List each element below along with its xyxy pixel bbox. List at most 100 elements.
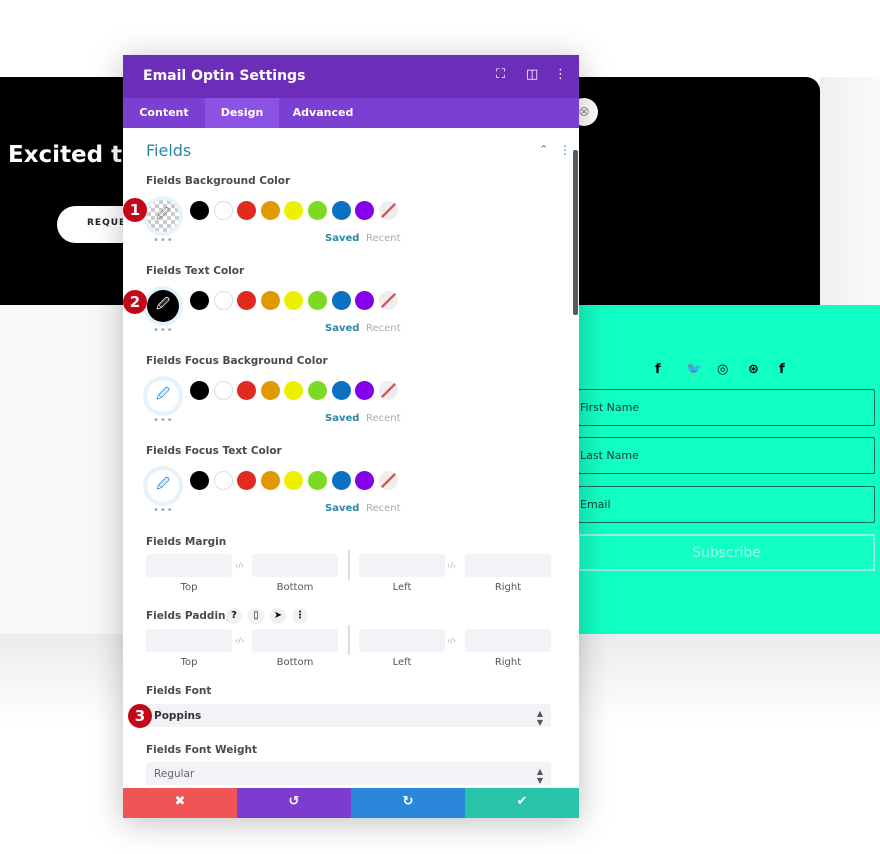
recent-tab[interactable]: Recent xyxy=(366,323,401,334)
color-swatch[interactable] xyxy=(331,201,351,220)
color-swatch[interactable] xyxy=(213,201,233,220)
dribbble-icon[interactable]: ⊛ xyxy=(748,362,759,377)
options-icon[interactable]: ⋮ xyxy=(292,608,308,624)
last-name-field[interactable]: Last Name xyxy=(578,437,875,474)
color-swatch[interactable] xyxy=(284,291,304,310)
spacing-label: Top xyxy=(180,582,198,593)
color-swatch[interactable] xyxy=(237,291,257,310)
saved-tab[interactable]: Saved xyxy=(325,233,359,244)
spacing-input-left[interactable] xyxy=(359,629,445,652)
font-weight-select[interactable]: Regular ▲ ▼ xyxy=(146,762,551,785)
spacing-input-bottom[interactable] xyxy=(252,629,338,652)
color-swatch[interactable] xyxy=(260,471,280,490)
saved-tab[interactable]: Saved xyxy=(325,413,359,424)
color-picker-button[interactable]: 🖉 xyxy=(147,470,179,502)
spacing-label: Left xyxy=(392,657,412,668)
spacing-label: Top xyxy=(180,657,198,668)
step-badge-1: 1 xyxy=(123,198,147,222)
color-swatch[interactable] xyxy=(308,201,327,220)
color-swatch[interactable] xyxy=(190,291,209,310)
color-swatch[interactable] xyxy=(308,381,327,400)
color-swatch[interactable] xyxy=(308,471,327,490)
scrollbar[interactable] xyxy=(573,150,578,315)
saved-tab[interactable]: Saved xyxy=(325,323,359,334)
padding-label: Fields Padding xyxy=(146,610,234,622)
tab-design[interactable]: Design xyxy=(205,98,279,128)
color-swatch[interactable] xyxy=(284,201,304,220)
link-icon[interactable]: ‹/› xyxy=(447,561,456,570)
color-swatch[interactable] xyxy=(190,381,209,400)
no-color-swatch[interactable] xyxy=(378,291,398,310)
spacing-input-right[interactable] xyxy=(465,554,551,577)
section-menu-icon[interactable]: ⋮ xyxy=(559,143,571,157)
undo-button[interactable]: ↺ xyxy=(237,788,351,818)
more-colors-icon[interactable]: ••• xyxy=(153,415,174,426)
color-swatch[interactable] xyxy=(237,471,257,490)
collapse-icon[interactable]: ⌃ xyxy=(539,143,548,156)
hover-cursor-icon[interactable]: ➤ xyxy=(270,608,286,624)
instagram-icon[interactable]: ◎ xyxy=(717,362,728,377)
link-icon[interactable]: ‹/› xyxy=(235,636,244,645)
link-icon[interactable]: ‹/› xyxy=(235,561,244,570)
color-swatch[interactable] xyxy=(260,201,280,220)
subscribe-button[interactable]: Subscribe xyxy=(578,534,875,571)
link-icon[interactable]: ‹/› xyxy=(447,636,456,645)
no-color-swatch[interactable] xyxy=(378,471,398,490)
more-colors-icon[interactable]: ••• xyxy=(153,505,174,516)
color-swatch[interactable] xyxy=(190,471,209,490)
tab-advanced[interactable]: Advanced xyxy=(279,98,367,128)
split-view-icon[interactable]: ◫ xyxy=(526,67,538,82)
spacing-input-top[interactable] xyxy=(146,554,232,577)
no-color-swatch[interactable] xyxy=(378,201,398,220)
color-swatch[interactable] xyxy=(355,471,375,490)
color-swatch[interactable] xyxy=(355,201,375,220)
color-swatch[interactable] xyxy=(331,381,351,400)
facebook-icon[interactable]: f xyxy=(655,362,661,377)
no-color-swatch[interactable] xyxy=(378,381,398,400)
facebook-icon[interactable]: f xyxy=(779,362,785,377)
color-swatch[interactable] xyxy=(213,471,233,490)
more-colors-icon[interactable]: ••• xyxy=(153,235,174,246)
color-swatch[interactable] xyxy=(213,381,233,400)
color-swatch[interactable] xyxy=(331,291,351,310)
email-field[interactable]: Email xyxy=(578,486,875,523)
more-colors-icon[interactable]: ••• xyxy=(153,325,174,336)
step-badge-2: 2 xyxy=(123,290,147,314)
cancel-button[interactable]: ✖ xyxy=(123,788,237,818)
more-options-icon[interactable]: ⋮ xyxy=(554,67,567,82)
color-swatch[interactable] xyxy=(260,291,280,310)
color-swatch[interactable] xyxy=(213,291,233,310)
color-swatch[interactable] xyxy=(284,381,304,400)
fullscreen-icon[interactable]: ⛶ xyxy=(496,67,505,82)
color-picker-button[interactable]: 🖉 xyxy=(147,290,179,322)
color-picker-button[interactable]: 🖉 xyxy=(147,380,179,412)
spacing-input-left[interactable] xyxy=(359,554,445,577)
tab-content[interactable]: Content xyxy=(123,98,205,128)
first-name-field[interactable]: First Name xyxy=(578,389,875,426)
color-swatch[interactable] xyxy=(260,381,280,400)
spacing-input-top[interactable] xyxy=(146,629,232,652)
redo-button[interactable]: ↻ xyxy=(351,788,465,818)
step-badge-3: 3 xyxy=(128,704,152,728)
color-swatch[interactable] xyxy=(284,471,304,490)
section-title[interactable]: Fields xyxy=(146,141,191,160)
recent-tab[interactable]: Recent xyxy=(366,503,401,514)
save-button[interactable]: ✔ xyxy=(465,788,579,818)
saved-tab[interactable]: Saved xyxy=(325,503,359,514)
help-icon[interactable]: ? xyxy=(226,608,242,624)
font-select[interactable]: Poppins ▲ ▼ xyxy=(146,704,551,727)
color-swatch[interactable] xyxy=(237,201,257,220)
color-swatch[interactable] xyxy=(355,291,375,310)
spacing-input-right[interactable] xyxy=(465,629,551,652)
color-swatch[interactable] xyxy=(237,381,257,400)
recent-tab[interactable]: Recent xyxy=(366,413,401,424)
twitter-icon[interactable]: 🐦 xyxy=(686,362,702,377)
responsive-icon[interactable]: ▯ xyxy=(248,608,264,624)
color-swatch[interactable] xyxy=(308,291,327,310)
color-swatch[interactable] xyxy=(355,381,375,400)
color-picker-button[interactable]: 🖉 xyxy=(147,200,179,232)
color-swatch[interactable] xyxy=(331,471,351,490)
spacing-input-bottom[interactable] xyxy=(252,554,338,577)
color-swatch[interactable] xyxy=(190,201,209,220)
recent-tab[interactable]: Recent xyxy=(366,233,401,244)
